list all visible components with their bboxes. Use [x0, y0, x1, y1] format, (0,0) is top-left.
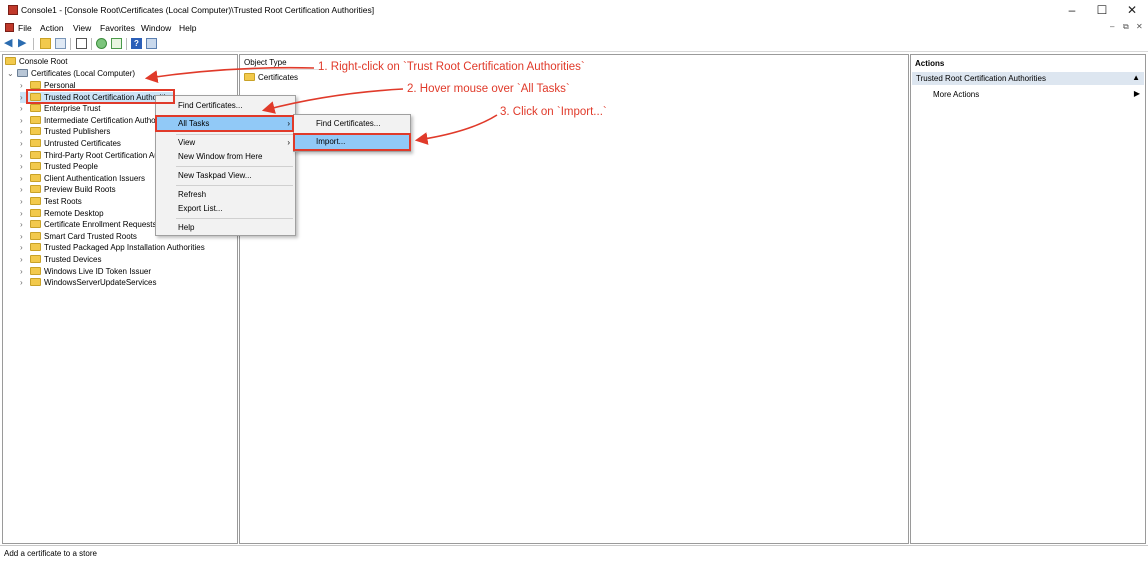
annotation-step-2: 2. Hover mouse over `All Tasks`	[407, 83, 570, 95]
arrow-step-3	[414, 114, 498, 145]
annotation-step-3: 3. Click on `Import...`	[500, 106, 607, 118]
status-bar: Add a certificate to a store	[0, 545, 1148, 561]
annotation-arrows	[144, 66, 498, 145]
annotation-step-1: 1. Right-click on `Trust Root Certificat…	[318, 61, 585, 73]
status-text: Add a certificate to a store	[4, 549, 97, 558]
arrow-step-1	[144, 66, 315, 83]
arrow-step-2	[261, 88, 404, 114]
